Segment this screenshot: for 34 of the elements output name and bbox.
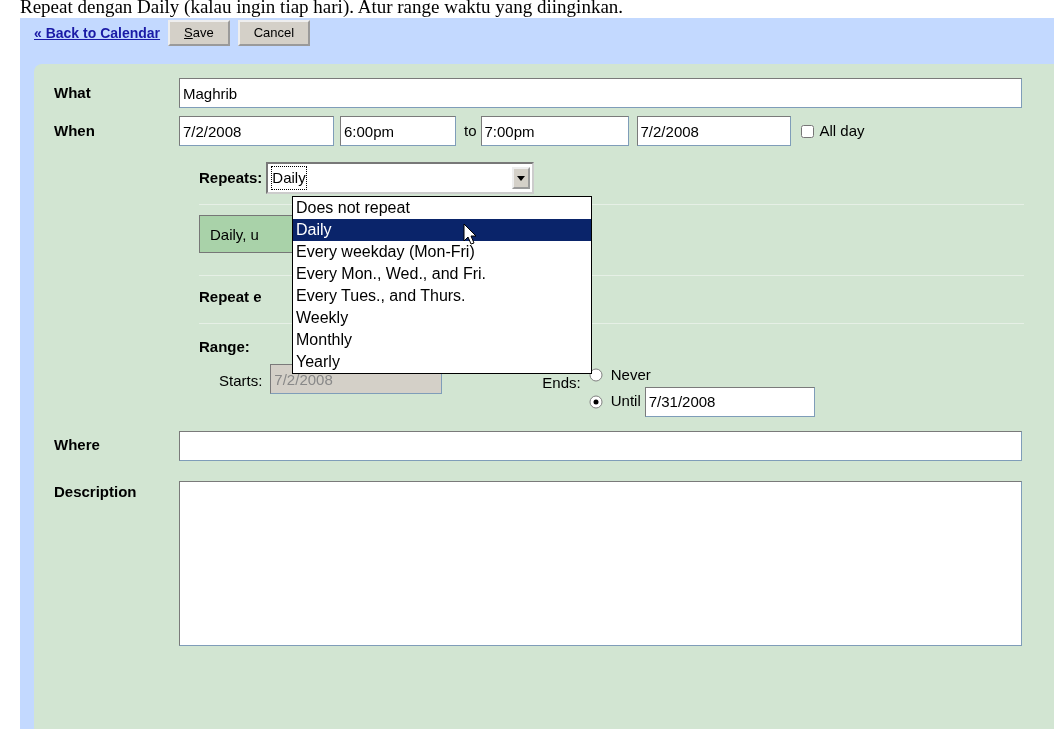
field-label: Repeats: (199, 167, 263, 188)
back-link[interactable]: « Back to Calendar (34, 22, 161, 44)
radio-button[interactable] (588, 394, 603, 409)
cancel-button[interactable]: Cancel (237, 20, 311, 46)
save-button[interactable]: Save (168, 20, 230, 46)
location-field[interactable] (179, 430, 1022, 461)
repeats-dropdown[interactable]: Daily (266, 162, 535, 194)
field-label: Range: (199, 337, 250, 355)
all-day-checkbox[interactable] (800, 124, 814, 138)
dropdown-option[interactable]: Every Tues., and Thurs. (293, 285, 591, 307)
end-date-field[interactable]: 7/31/2008 (644, 386, 815, 417)
field-label: Ends: (542, 373, 581, 393)
time-field[interactable]: 7:00pm (480, 116, 629, 146)
field-label: Where (54, 435, 101, 456)
all-day-label: All day (819, 120, 865, 141)
dropdown-option[interactable]: Monthly (293, 329, 591, 351)
field-label: When (54, 120, 96, 141)
field-label: Starts: (219, 371, 263, 391)
date-field[interactable]: 7/2/2008 (636, 116, 791, 146)
radio-button[interactable] (588, 368, 603, 383)
time-field[interactable]: 6:00pm (340, 116, 456, 146)
to-label: to (464, 120, 477, 141)
field-label: Repeat e (199, 288, 262, 305)
radio-label: Never (610, 365, 651, 385)
field-label: What (54, 82, 92, 103)
description-field[interactable] (179, 480, 1022, 646)
date-field[interactable]: 7/2/2008 (179, 116, 334, 146)
dropdown-option[interactable]: Every Mon., Wed., and Fri. (293, 263, 591, 285)
cursor-icon (463, 223, 477, 245)
title-field[interactable]: Maghrib (179, 78, 1022, 108)
radio-label: Until (610, 391, 641, 412)
field-label: Description (54, 481, 138, 502)
caption-text: Repeat dengan Daily (kalau ingin tiap hari). Atur range waktu yang diinginkan. (19, 0, 625, 18)
dropdown-option[interactable]: Weekly (293, 307, 591, 329)
